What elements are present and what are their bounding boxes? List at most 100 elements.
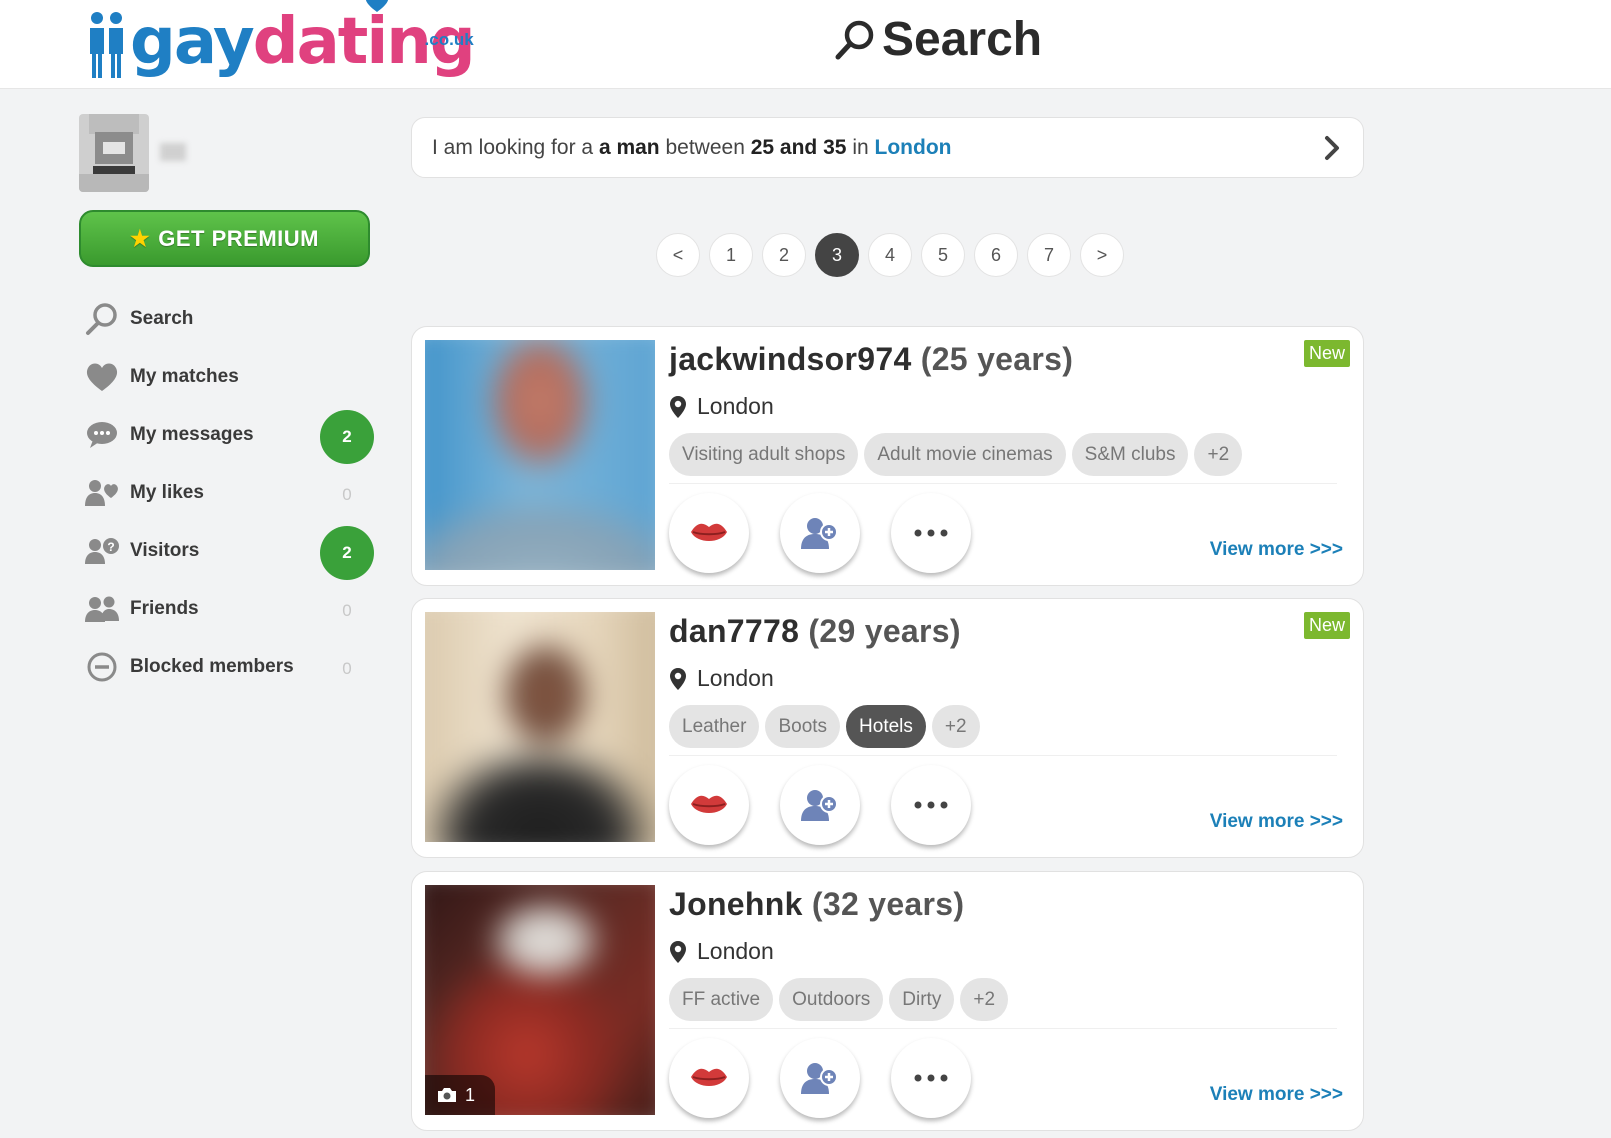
kiss-button[interactable]: [669, 493, 749, 573]
view-more-link[interactable]: View more >>>: [1210, 811, 1343, 833]
pagination-page-2[interactable]: 2: [762, 233, 806, 277]
search-location: London: [874, 135, 952, 159]
svg-text:?: ?: [107, 540, 114, 554]
sidebar-item-search[interactable]: Search: [84, 290, 374, 348]
user-avatar[interactable]: [79, 114, 149, 192]
pagination-page-1[interactable]: 1: [709, 233, 753, 277]
page-title: Search: [834, 12, 1042, 67]
pagination-page-4[interactable]: 4: [868, 233, 912, 277]
chevron-right-icon[interactable]: [1323, 135, 1341, 161]
more-options-button[interactable]: [891, 1038, 971, 1118]
profile-photo[interactable]: 1: [425, 885, 655, 1115]
lips-icon: [691, 523, 727, 541]
profile-username[interactable]: Jonehnk: [669, 886, 803, 922]
add-friend-button[interactable]: [780, 765, 860, 845]
add-friend-icon: [801, 1063, 838, 1094]
kiss-button[interactable]: [669, 1038, 749, 1118]
profile-age: (29 years): [808, 613, 961, 649]
visitors-count-badge: 2: [320, 526, 374, 580]
ellipsis-icon: [914, 1074, 948, 1082]
search-between: between: [665, 135, 745, 159]
kiss-button[interactable]: [669, 765, 749, 845]
avatar-image: [79, 114, 149, 192]
more-options-button[interactable]: [891, 493, 971, 573]
search-criteria-bar[interactable]: I am looking for a a man between 25 and …: [411, 117, 1364, 178]
profile-card: jackwindsor974 (25 years) New London Vis…: [411, 326, 1364, 586]
pagination-page-7[interactable]: 7: [1027, 233, 1071, 277]
more-tags-button[interactable]: +2: [960, 978, 1009, 1021]
pagination-page-3-current[interactable]: 3: [815, 233, 859, 277]
search-subject: a man: [598, 135, 660, 159]
profile-card: 1 Jonehnk (32 years) London FF active Ou…: [411, 871, 1364, 1131]
logo-tld: .co.uk: [424, 30, 474, 49]
search-icon: [86, 303, 117, 335]
photo-count: 1: [465, 1084, 476, 1105]
friends-count-badge: 0: [342, 601, 352, 620]
profile-location: London: [697, 938, 774, 964]
sidebar-item-my-matches[interactable]: My matches: [84, 348, 374, 406]
add-friend-button[interactable]: [780, 1038, 860, 1118]
sidebar-item-friends[interactable]: Friends 0: [84, 580, 374, 638]
pagination-prev-button[interactable]: <: [656, 233, 700, 277]
profile-card: dan7778 (29 years) New London Leather Bo…: [411, 598, 1364, 858]
interest-tag: Boots: [765, 705, 841, 748]
profile-username[interactable]: dan7778: [669, 613, 799, 649]
site-logo[interactable]: gaydating .co.uk: [86, 0, 476, 80]
sidebar-item-visitors[interactable]: ? Visitors 2: [84, 522, 374, 580]
user-name-blurred: [160, 143, 186, 161]
photo-count-badge[interactable]: 1: [425, 1075, 495, 1115]
blocked-count-badge: 0: [342, 659, 352, 678]
add-friend-icon: [801, 518, 838, 549]
ellipsis-icon: [914, 801, 948, 809]
sidebar-item-label: Friends: [130, 598, 199, 619]
pagination-next-button[interactable]: >: [1080, 233, 1124, 277]
search-icon: [835, 20, 874, 59]
friends-icon: [85, 596, 119, 622]
card-actions: [669, 765, 1002, 845]
get-premium-button[interactable]: ★ GET PREMIUM: [79, 210, 370, 267]
interest-tags: Visiting adult shops Adult movie cinemas…: [669, 433, 1248, 476]
interest-tag: Outdoors: [779, 978, 884, 1021]
interest-tags: FF active Outdoors Dirty +2: [669, 978, 1014, 1021]
pagination: < 1 2 3 4 5 6 7 >: [656, 233, 1133, 277]
sidebar-item-label: My matches: [130, 366, 239, 387]
more-tags-button[interactable]: +2: [1194, 433, 1243, 476]
likes-count-badge: 0: [342, 485, 352, 504]
profile-location: London: [697, 393, 774, 419]
chat-icon: [87, 422, 117, 448]
logo-figures-icon: [90, 12, 123, 78]
card-actions: [669, 493, 1002, 573]
interest-tag: Leather: [669, 705, 760, 748]
add-friend-button[interactable]: [780, 493, 860, 573]
likes-icon: [85, 480, 118, 506]
sidebar-item-label: Blocked members: [130, 656, 294, 677]
view-more-link[interactable]: View more >>>: [1210, 1084, 1343, 1106]
location-pin-icon: [670, 667, 686, 690]
logo-text-gay: gay: [130, 5, 255, 79]
location-pin-icon: [670, 940, 686, 963]
sidebar-item-label: My likes: [130, 482, 204, 503]
profile-photo[interactable]: [425, 340, 655, 570]
sidebar-menu: Search My matches My messages 2 My likes…: [84, 290, 374, 696]
profile-username[interactable]: jackwindsor974: [669, 341, 912, 377]
profile-photo[interactable]: [425, 612, 655, 842]
pagination-page-5[interactable]: 5: [921, 233, 965, 277]
more-options-button[interactable]: [891, 765, 971, 845]
profile-age: (25 years): [920, 341, 1074, 377]
sidebar-item-label: Search: [130, 308, 194, 329]
search-age-range: 25 and 35: [750, 135, 847, 159]
sidebar-item-blocked-members[interactable]: Blocked members 0: [84, 638, 374, 696]
more-tags-button[interactable]: +2: [931, 705, 980, 748]
interest-tag-shared: Hotels: [846, 705, 926, 748]
interest-tag: Visiting adult shops: [669, 433, 859, 476]
pagination-page-6[interactable]: 6: [974, 233, 1018, 277]
profile-age: (32 years): [811, 886, 965, 922]
add-friend-icon: [801, 790, 838, 821]
ellipsis-icon: [914, 529, 948, 537]
lips-icon: [691, 795, 727, 813]
view-more-link[interactable]: View more >>>: [1210, 539, 1343, 561]
sidebar-item-my-messages[interactable]: My messages 2: [84, 406, 374, 464]
lips-icon: [691, 1068, 727, 1086]
sidebar-item-my-likes[interactable]: My likes 0: [84, 464, 374, 522]
interest-tag: Adult movie cinemas: [864, 433, 1066, 476]
